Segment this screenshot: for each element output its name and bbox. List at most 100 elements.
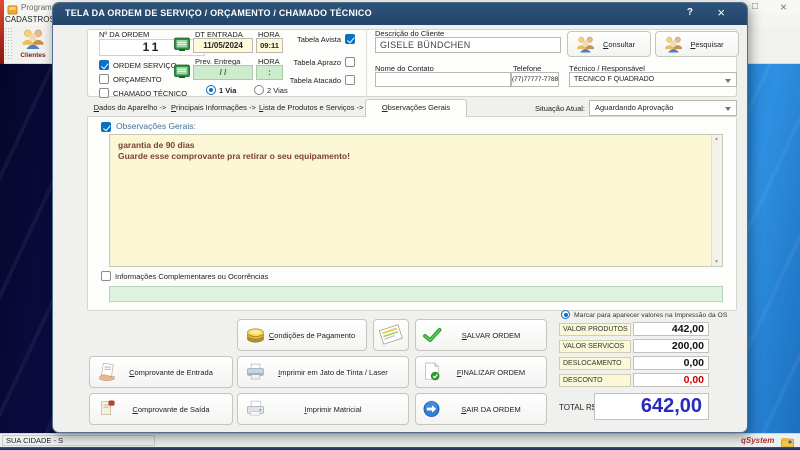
condicoes-pagamento-button[interactable]: Condições de Pagamento <box>237 319 367 351</box>
salvar-ordem-button[interactable]: SALVAR ORDEM <box>415 319 547 351</box>
tecnico-select[interactable]: TECNICO F QUADRADO <box>569 72 737 87</box>
tabela-avista-label: Tabela Avista <box>263 35 341 44</box>
order-number-label: Nº DA ORDEM <box>99 30 149 39</box>
deslocamento-label: DESLOCAMENTO <box>559 357 631 370</box>
pesquisar-people-icon <box>663 36 684 53</box>
tab-principais-informacoes[interactable]: Principais Informações -> <box>171 100 255 115</box>
pesquisar-button[interactable]: Pesquisar <box>655 31 739 57</box>
prev-entrega-value: / / <box>220 68 227 77</box>
tabela-aprazo-checkbox[interactable] <box>345 57 355 67</box>
dialog-titlebar[interactable]: TELA DA ORDEM DE SERVIÇO / ORÇAMENTO / C… <box>53 3 747 25</box>
dialog-help-button[interactable]: ? <box>687 7 693 18</box>
total-value-box: 642,00 <box>594 393 709 420</box>
chamado-tecnico-label: CHAMADO TÉCNICO <box>113 89 187 98</box>
coins-icon <box>245 327 266 343</box>
tabela-avista-checkbox[interactable] <box>345 34 355 44</box>
chamado-tecnico-checkbox[interactable] <box>99 88 109 98</box>
observacoes-gerais-label: Observações Gerais: <box>116 122 196 131</box>
ocorrencias-field[interactable] <box>109 286 723 302</box>
via1-radio[interactable] <box>206 85 216 95</box>
descricao-cliente-value: GISELE BÜNDCHEN <box>380 40 471 50</box>
statusbar-brand-text: qSystem <box>741 436 774 445</box>
tab-observacoes-gerais[interactable]: Observações Gerais <box>365 99 467 117</box>
check-icon <box>423 328 442 343</box>
tabela-atacado-checkbox[interactable] <box>345 75 355 85</box>
orcamento-checkbox[interactable] <box>99 74 109 84</box>
prev-entrega-field[interactable]: / / <box>193 65 253 80</box>
informacoes-complementares-label: Informações Complementares ou Ocorrência… <box>115 272 268 281</box>
observacoes-gerais-checkbox[interactable] <box>101 122 111 132</box>
imprimir-jato-button[interactable]: Imprimir em Jato de Tinta / Laser <box>237 356 409 388</box>
hand-document-icon <box>97 362 117 382</box>
left-red-strip <box>0 0 4 64</box>
textarea-scrollbar[interactable]: ▲ ▼ <box>711 135 722 266</box>
tecnico-value: TECNICO F QUADRADO <box>574 76 654 83</box>
imprimir-matricial-button[interactable]: Imprimir Matricial <box>237 393 409 425</box>
tab-dados-aparelho-label: Dados do Aparelho -> <box>94 103 167 112</box>
chevron-down-icon <box>725 107 731 111</box>
tab-dados-aparelho[interactable]: Dados do Aparelho -> <box>93 100 167 115</box>
arrow-circle-icon <box>423 401 440 418</box>
finalizar-ordem-label: FINALIZAR ORDEM <box>437 368 525 377</box>
descricao-cliente-field[interactable]: GISELE BÜNDCHEN <box>375 37 561 53</box>
main-close-button[interactable]: × <box>780 0 787 14</box>
dialog-close-button[interactable]: × <box>717 5 725 20</box>
clientes-label: Clientes <box>14 52 52 59</box>
orcamento-label: ORÇAMENTO <box>113 75 162 84</box>
main-restore-button[interactable]: □ <box>752 1 758 12</box>
via2-radio[interactable] <box>254 85 264 95</box>
informacoes-complementares-checkbox[interactable] <box>101 271 111 281</box>
receipt-icon <box>378 323 404 347</box>
via2-label: 2 Vias <box>267 86 288 95</box>
finalizar-ordem-button[interactable]: FINALIZAR ORDEM <box>415 356 547 388</box>
total-label: TOTAL R$ <box>559 403 596 412</box>
document-out-icon <box>97 399 117 419</box>
recibo-button[interactable] <box>373 319 409 351</box>
toolbar-button-clientes[interactable]: Clientes <box>14 27 52 63</box>
tab-lista-produtos-label: Lista de Produtos e Serviços -> <box>259 103 363 112</box>
print-values-radio[interactable] <box>561 310 570 319</box>
comprovante-saida-button[interactable]: Comprovante de Saída <box>89 393 233 425</box>
service-order-dialog: TELA DA ORDEM DE SERVIÇO / ORÇAMENTO / C… <box>52 2 748 433</box>
consultar-button[interactable]: Consultar <box>567 31 651 57</box>
valor-servicos-value: 200,00 <box>633 339 709 353</box>
imprimir-jato-label: Imprimir em Jato de Tinta / Laser <box>258 368 388 377</box>
sair-ordem-label: SAIR DA ORDEM <box>441 405 521 414</box>
tab-observacoes-gerais-label: Observações Gerais <box>382 103 450 112</box>
valor-produtos-value: 442,00 <box>633 322 709 336</box>
statusbar-location-text: SUA CIDADE - S <box>6 436 63 445</box>
tab-lista-produtos[interactable]: Lista de Produtos e Serviços -> <box>259 100 359 115</box>
telefone-value: (77)77777-7788 <box>512 76 558 83</box>
salvar-ordem-label: SALVAR ORDEM <box>442 331 521 340</box>
printer-icon <box>245 363 266 381</box>
nome-contato-field[interactable] <box>375 72 511 87</box>
toolbar-gripper <box>5 28 13 61</box>
desconto-label: DESCONTO <box>559 374 631 387</box>
telefone-field[interactable]: (77)77777-7788 <box>511 72 559 87</box>
valor-servicos-label: VALOR SERVICOS <box>559 340 631 353</box>
calendar-icon-2[interactable] <box>174 64 190 84</box>
observacoes-line1: garantia de 90 dias <box>118 140 714 151</box>
ordem-servico-checkbox[interactable] <box>99 60 109 70</box>
comprovante-entrada-button[interactable]: Comprovante de Entrada <box>89 356 233 388</box>
header-divider <box>366 30 367 96</box>
total-value: 642,00 <box>641 395 702 417</box>
tabela-aprazo-label: Tabela Aprazo <box>263 58 341 67</box>
document-check-icon <box>423 362 441 382</box>
main-statusbar: SUA CIDADE - S qSystem <box>0 433 800 447</box>
comprovante-saida-label: Comprovante de Saída <box>112 405 209 414</box>
calendar-icon[interactable] <box>174 37 190 57</box>
situacao-atual-select[interactable]: Aguardando Aprovação <box>589 100 737 116</box>
imprimir-matricial-label: Imprimir Matricial <box>284 405 361 414</box>
dt-entrada-field[interactable]: 11/05/2024 <box>193 38 253 53</box>
sair-ordem-button[interactable]: SAIR DA ORDEM <box>415 393 547 425</box>
observacoes-textarea[interactable]: garantia de 90 dias Guarde esse comprova… <box>109 134 723 267</box>
chevron-down-icon <box>725 79 731 83</box>
dt-entrada-value: 11/05/2024 <box>203 41 243 50</box>
screen: Programa A □ × CADASTROS Clientes SUA CI… <box>0 0 800 450</box>
ordem-servico-label: ORDEM SERVIÇO <box>113 61 177 70</box>
scroll-up-icon[interactable]: ▲ <box>714 136 719 142</box>
comprovante-entrada-label: Comprovante de Entrada <box>109 368 213 377</box>
scroll-down-icon[interactable]: ▼ <box>714 259 719 265</box>
menu-cadastros[interactable]: CADASTROS <box>5 15 55 24</box>
